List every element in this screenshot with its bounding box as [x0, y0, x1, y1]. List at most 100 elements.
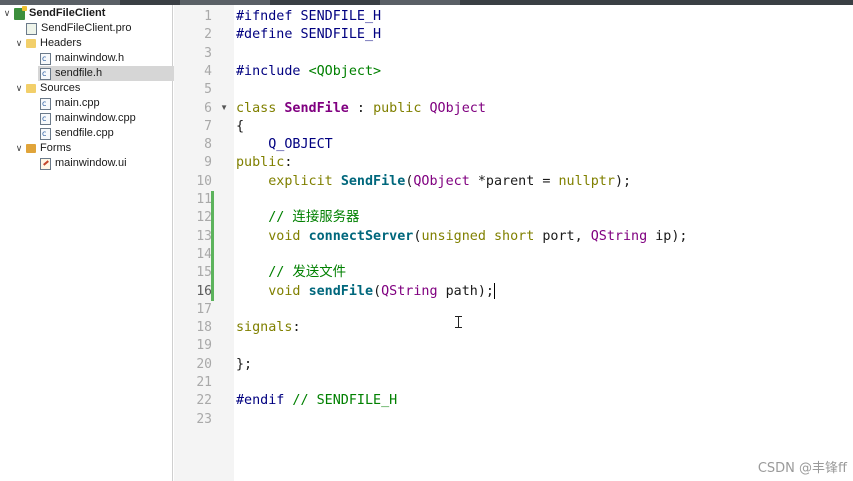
comment-token: // SENDFILE_H [284, 393, 398, 409]
line-number-gutter[interactable]: 1 2 3 4 5 6 ▼ 7 8 9 10 11 12 13 14 15 16… [174, 5, 234, 481]
text-token: ip); [647, 228, 688, 244]
tree-item-mainwindow-h[interactable]: mainwindow.h [40, 51, 124, 66]
tree-item-pro-file[interactable]: SendFileClient.pro [26, 21, 132, 36]
comment-token: // 发送文件 [236, 265, 346, 281]
fold-marker-icon[interactable]: ▼ [220, 103, 228, 112]
tree-item-forms[interactable]: ∨ Forms [14, 141, 71, 156]
macro-token: Q_OBJECT [236, 137, 333, 153]
line-number: 15 [196, 265, 212, 281]
ibeam-cursor-icon [455, 316, 462, 328]
headers-label: Headers [40, 37, 82, 49]
text-cursor [494, 282, 495, 299]
chevron-down-icon[interactable]: ∨ [14, 36, 24, 51]
pro-file-icon [26, 22, 37, 35]
text-token: port, [534, 228, 591, 244]
type-token: QObject [429, 100, 486, 116]
line-number: 11 [196, 192, 212, 207]
code-line-18: signals: [236, 319, 301, 337]
line-number: 14 [196, 246, 212, 262]
code-editor[interactable]: #ifndef SENDFILE_H #define SENDFILE_H #i… [234, 5, 853, 481]
code-line-8: Q_OBJECT [236, 136, 333, 154]
preprocessor-token: #endif [236, 393, 285, 409]
text-token: ); [614, 173, 632, 189]
code-line-13: void connectServer(unsigned short port, … [236, 228, 688, 246]
keyword-token: short [494, 228, 535, 244]
chevron-down-icon[interactable]: ∨ [14, 141, 24, 156]
indent-token [236, 284, 268, 299]
function-token: SendFile [340, 173, 406, 189]
tree-item-mainwindow-cpp[interactable]: mainwindow.cpp [40, 111, 136, 126]
line-number: 21 [196, 375, 212, 390]
line-number: 6 [204, 100, 212, 116]
line-number: 3 [204, 45, 212, 61]
source-file-icon [40, 126, 51, 141]
line-number: 5 [204, 82, 212, 98]
keyword-token: nullptr [558, 173, 615, 189]
line-number: 9 [204, 155, 212, 171]
source-file-icon [40, 111, 51, 126]
line-number: 22 [196, 393, 212, 409]
modified-lines-marker [211, 191, 214, 301]
code-line-4: #include <QObject> [236, 63, 381, 81]
class-name-token: SendFile [284, 100, 349, 116]
text-token: : [292, 320, 301, 336]
keyword-token: public [236, 155, 285, 171]
file-label: main.cpp [55, 97, 100, 109]
function-token: sendFile [308, 283, 374, 299]
code-line-6: class SendFile : public QObject [236, 100, 486, 118]
keyword-token: void [268, 228, 301, 244]
project-name: SendFileClient [29, 7, 106, 19]
keyword-token: signals [236, 320, 293, 336]
tree-item-sendfile-h[interactable]: sendfile.h [38, 66, 174, 81]
keyword-token: void [268, 283, 301, 299]
code-line-15: // 发送文件 [236, 264, 346, 282]
ui-file-icon [40, 157, 51, 170]
pro-file-label: SendFileClient.pro [41, 22, 132, 34]
line-number: 10 [196, 173, 212, 189]
code-line-20: }; [236, 356, 252, 374]
line-number: 2 [204, 27, 212, 43]
file-label: mainwindow.ui [55, 157, 127, 169]
file-label: sendfile.h [55, 67, 103, 79]
function-token: connectServer [308, 228, 414, 244]
chevron-down-icon[interactable]: ∨ [2, 6, 12, 21]
tree-item-sendfile-cpp[interactable]: sendfile.cpp [40, 126, 114, 141]
indent-token [236, 229, 268, 244]
line-number: 19 [196, 338, 212, 354]
file-label: mainwindow.cpp [55, 112, 136, 124]
line-number: 18 [196, 320, 212, 336]
file-label: mainwindow.h [55, 52, 125, 64]
source-file-icon [40, 96, 51, 111]
chevron-down-icon[interactable]: ∨ [14, 81, 24, 96]
tree-item-sources[interactable]: ∨ Sources [14, 81, 81, 96]
watermark: CSDN @丰锋ff [757, 461, 847, 476]
code-line-16: void sendFile(QString path); [236, 282, 495, 301]
tree-item-project[interactable]: ∨ SendFileClient [2, 5, 106, 21]
type-token: QString [381, 283, 438, 299]
tree-item-main-cpp[interactable]: main.cpp [40, 96, 100, 111]
header-file-icon [40, 66, 51, 81]
code-line-12: // 连接服务器 [236, 209, 359, 227]
line-number: 13 [196, 228, 212, 244]
include-path-token: <QObject> [308, 64, 382, 79]
header-file-icon [40, 51, 51, 66]
code-line-10: explicit SendFile(QObject *parent = null… [236, 173, 631, 191]
tree-item-mainwindow-ui[interactable]: mainwindow.ui [40, 156, 127, 171]
line-number: 4 [204, 63, 212, 79]
type-token: QString [590, 228, 648, 244]
text-token: ( [373, 283, 382, 299]
line-number: 7 [204, 118, 212, 134]
text-token: { [236, 118, 245, 134]
preprocessor-token: #ifndef SENDFILE_H [236, 9, 382, 24]
tree-item-headers[interactable]: ∨ Headers [14, 36, 82, 51]
headers-folder-icon [26, 39, 36, 48]
preprocessor-token: #include [236, 64, 309, 79]
keyword-token: public [373, 100, 422, 116]
line-number-current: 16 [196, 283, 212, 299]
line-number: 12 [196, 210, 212, 226]
code-line-9: public: [236, 154, 292, 172]
